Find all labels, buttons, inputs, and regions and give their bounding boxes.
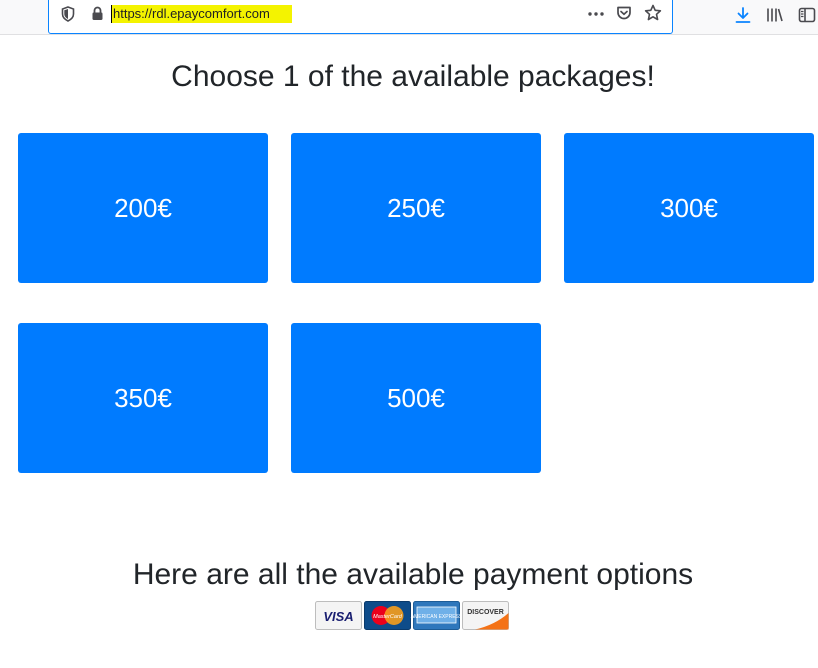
visa-card-logo: VISA	[315, 601, 362, 630]
page-title: Choose 1 of the available packages!	[171, 60, 655, 93]
star-icon[interactable]	[644, 4, 662, 22]
package-button-500[interactable]: 500€	[291, 323, 541, 473]
svg-text:AMERICAN EXPRESS: AMERICAN EXPRESS	[411, 614, 463, 620]
mastercard-logo: MasterCard	[364, 601, 411, 630]
package-label: 300€	[660, 192, 718, 223]
payment-cards: VISA MasterCard AMERICAN EXPRESS DISCOVE…	[315, 601, 509, 630]
sidebar-icon[interactable]	[798, 7, 816, 23]
shield-icon[interactable]	[61, 6, 75, 22]
download-icon[interactable]	[734, 6, 752, 24]
library-icon[interactable]	[766, 7, 784, 23]
package-button-250[interactable]: 250€	[291, 133, 541, 283]
package-button-350[interactable]: 350€	[18, 323, 268, 473]
svg-text:MasterCard: MasterCard	[373, 614, 403, 620]
svg-text:DISCOVER: DISCOVER	[467, 609, 504, 616]
browser-toolbar: https://rdl.epaycomfort.com	[0, 0, 818, 35]
url-bar[interactable]: https://rdl.epaycomfort.com	[48, 0, 673, 34]
package-button-300[interactable]: 300€	[564, 133, 814, 283]
pocket-icon[interactable]	[616, 5, 632, 21]
package-label: 500€	[387, 382, 445, 413]
more-icon[interactable]	[587, 6, 605, 22]
discover-logo: DISCOVER	[462, 601, 509, 630]
payment-options-title: Here are all the available payment optio…	[132, 558, 694, 591]
package-label: 250€	[387, 192, 445, 223]
package-label: 350€	[114, 382, 172, 413]
svg-text:VISA: VISA	[323, 609, 353, 624]
package-label: 200€	[114, 192, 172, 223]
url-text[interactable]: https://rdl.epaycomfort.com	[111, 5, 292, 23]
lock-icon[interactable]	[91, 6, 104, 21]
package-button-200[interactable]: 200€	[18, 133, 268, 283]
american-express-logo: AMERICAN EXPRESS	[411, 601, 463, 630]
